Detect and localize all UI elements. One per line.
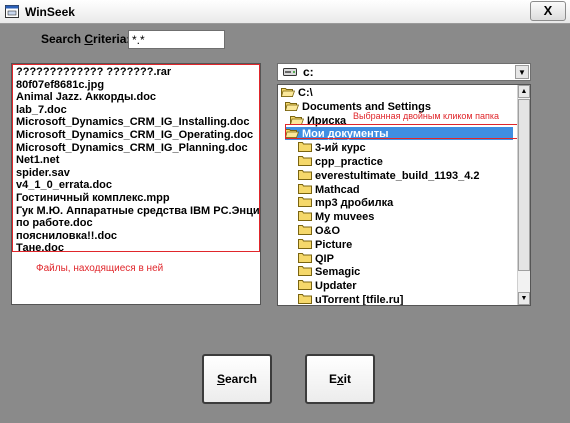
- folder-icon: [298, 156, 312, 166]
- exit-button-prefix: E: [328, 372, 337, 386]
- folder-icon: [298, 252, 312, 263]
- exit-button-hotkey: x: [336, 372, 344, 386]
- scroll-down-icon[interactable]: ▼: [518, 292, 530, 305]
- tree-item-label: O&O: [315, 225, 341, 237]
- tree-item[interactable]: C:\: [281, 86, 313, 99]
- drive-value: c:: [303, 65, 314, 79]
- tree-scrollbar[interactable]: ▲ ▼: [517, 85, 530, 305]
- folder-icon: [298, 266, 312, 277]
- exit-button-label: it: [343, 372, 352, 386]
- tree-item[interactable]: 3-ий курс: [298, 141, 366, 154]
- tree-item[interactable]: mp3 дробилка: [298, 196, 393, 209]
- tree-item-label: My muvees: [315, 211, 375, 224]
- drive-icon: [283, 68, 297, 76]
- tree-item[interactable]: Semagic: [298, 265, 360, 278]
- tree-item-label: everestultimate_build_1193_4.2: [315, 169, 480, 182]
- folder-icon: [298, 280, 312, 291]
- selected-folder-annotation-text: Выбранная двойным кликом папка: [353, 111, 499, 121]
- folder-icon: [298, 142, 312, 153]
- tree-item[interactable]: Mathcad: [298, 183, 360, 196]
- folder-icon: [298, 225, 312, 235]
- search-button-hotkey: S: [216, 372, 225, 386]
- search-button-label: earch: [224, 372, 258, 386]
- search-label-suffix: riteria:: [93, 32, 131, 46]
- files-annotation-text: Файлы, находящиеся в ней: [36, 263, 164, 274]
- winseek-window: WinSeek X Search Criteria: ?????????????…: [0, 0, 570, 423]
- close-button[interactable]: X: [530, 1, 566, 21]
- tree-item[interactable]: everestultimate_build_1193_4.2: [298, 169, 479, 182]
- title-bar: WinSeek X: [0, 0, 570, 24]
- search-criteria-input[interactable]: [128, 30, 225, 49]
- tree-item[interactable]: Picture: [298, 238, 352, 251]
- scroll-up-icon[interactable]: ▲: [518, 85, 530, 98]
- tree-item[interactable]: QIP: [298, 252, 334, 265]
- folder-icon: [298, 238, 312, 249]
- tree-item-label: cpp_practice: [315, 156, 383, 168]
- exit-button[interactable]: Exit: [305, 354, 375, 404]
- app-icon: [5, 5, 19, 18]
- tree-item-label: Updater: [315, 280, 357, 293]
- search-label-prefix: Search: [41, 32, 85, 46]
- tree-item-label: QIP: [315, 252, 334, 265]
- folder-icon: [298, 183, 312, 194]
- tree-item-label: Semagic: [315, 266, 361, 279]
- tree-item-label: uTorrent [tfile.ru]: [315, 294, 404, 306]
- folder-open-icon: [281, 88, 295, 97]
- search-criteria-label: Search Criteria:: [41, 32, 130, 46]
- tree-item-label: Picture: [315, 238, 353, 251]
- folder-icon: [298, 211, 312, 222]
- folder-open-icon: [285, 101, 299, 111]
- drive-select[interactable]: c: ▼: [277, 63, 531, 81]
- tree-item[interactable]: My muvees: [298, 210, 374, 223]
- tree-item-label: 3-ий курс: [315, 142, 366, 155]
- tree-item-label: C:\: [298, 87, 313, 99]
- folder-icon: [298, 169, 312, 180]
- tree-item-label: Mathcad: [315, 183, 360, 196]
- search-label-hotkey: C: [84, 32, 94, 46]
- folder-open-icon: [290, 115, 304, 125]
- folder-icon: [298, 197, 312, 208]
- window-title: WinSeek: [25, 5, 75, 19]
- tree-item-label: mp3 дробилка: [315, 197, 394, 210]
- chevron-down-icon[interactable]: ▼: [515, 65, 529, 79]
- files-annotation-box: [12, 64, 260, 252]
- folder-icon: [298, 294, 312, 304]
- tree-item[interactable]: Updater: [298, 279, 357, 292]
- tree-item[interactable]: O&O: [298, 224, 340, 237]
- selected-folder-annotation-box: [285, 124, 518, 139]
- tree-item[interactable]: cpp_practice: [298, 155, 383, 168]
- search-button[interactable]: Search: [202, 354, 272, 404]
- tree-item[interactable]: uTorrent [tfile.ru]: [298, 293, 404, 306]
- scroll-thumb[interactable]: [518, 99, 530, 271]
